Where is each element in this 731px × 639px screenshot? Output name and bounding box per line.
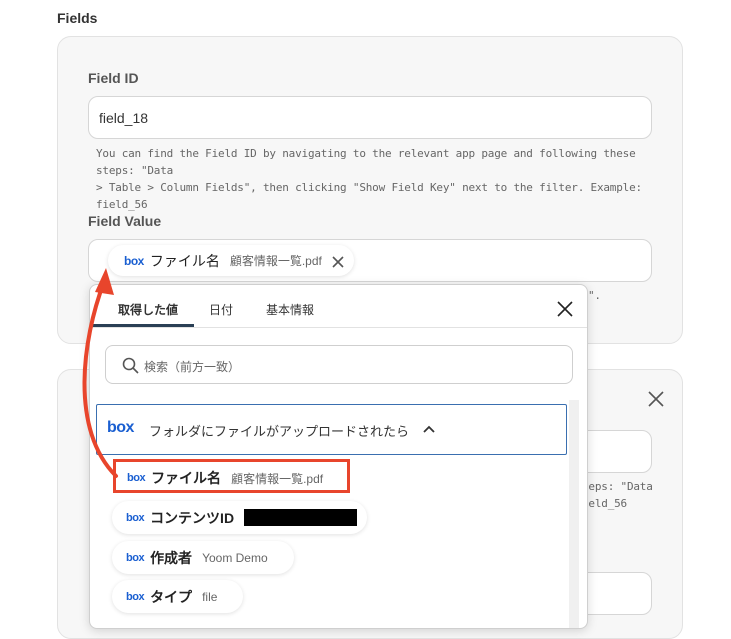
annotation-arrow xyxy=(82,268,118,478)
